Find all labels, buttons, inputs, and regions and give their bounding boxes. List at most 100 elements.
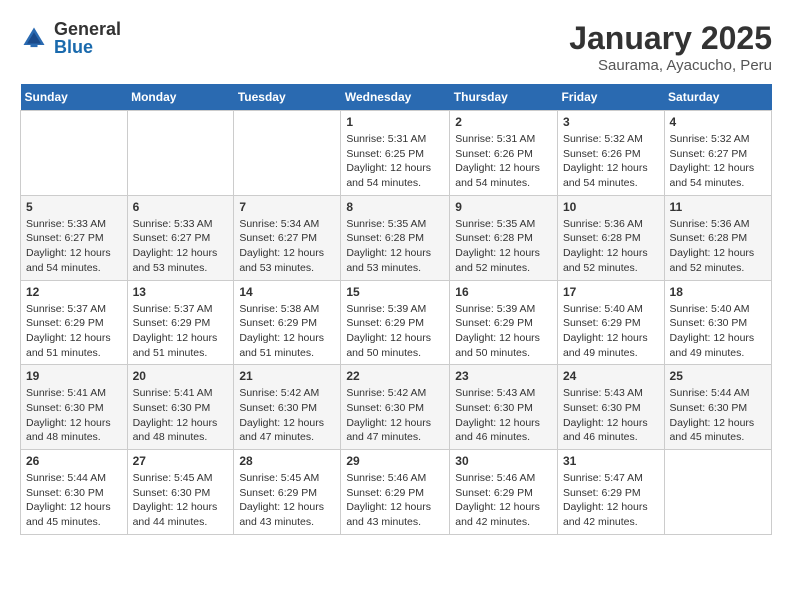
day-number: 22 xyxy=(346,369,444,383)
day-number: 8 xyxy=(346,200,444,214)
day-info: Sunrise: 5:33 AM Sunset: 6:27 PM Dayligh… xyxy=(133,217,229,276)
logo-icon xyxy=(20,24,48,52)
day-info: Sunrise: 5:46 AM Sunset: 6:29 PM Dayligh… xyxy=(346,471,444,530)
day-info: Sunrise: 5:31 AM Sunset: 6:25 PM Dayligh… xyxy=(346,132,444,191)
weekday-header-tuesday: Tuesday xyxy=(234,84,341,111)
calendar-cell: 26 Sunrise: 5:44 AM Sunset: 6:30 PM Dayli… xyxy=(21,450,128,535)
day-number: 7 xyxy=(239,200,335,214)
day-number: 17 xyxy=(563,285,659,299)
calendar-cell: 31 Sunrise: 5:47 AM Sunset: 6:29 PM Dayli… xyxy=(557,450,664,535)
calendar-cell: 4 Sunrise: 5:32 AM Sunset: 6:27 PM Daylig… xyxy=(664,111,771,196)
day-info: Sunrise: 5:47 AM Sunset: 6:29 PM Dayligh… xyxy=(563,471,659,530)
weekday-header-wednesday: Wednesday xyxy=(341,84,450,111)
day-info: Sunrise: 5:45 AM Sunset: 6:29 PM Dayligh… xyxy=(239,471,335,530)
day-number: 19 xyxy=(26,369,122,383)
day-number: 26 xyxy=(26,454,122,468)
calendar-cell: 23 Sunrise: 5:43 AM Sunset: 6:30 PM Dayli… xyxy=(450,365,558,450)
day-info: Sunrise: 5:34 AM Sunset: 6:27 PM Dayligh… xyxy=(239,217,335,276)
calendar-cell: 20Sunrise: 5:41 AM Sunset: 6:30 PM Dayli… xyxy=(127,365,234,450)
day-info: Sunrise: 5:39 AM Sunset: 6:29 PM Dayligh… xyxy=(455,302,552,361)
day-number: 6 xyxy=(133,200,229,214)
calendar-cell xyxy=(664,450,771,535)
day-info: Sunrise: 5:33 AM Sunset: 6:27 PM Dayligh… xyxy=(26,217,122,276)
calendar-cell: 13 Sunrise: 5:37 AM Sunset: 6:29 PM Dayli… xyxy=(127,280,234,365)
day-number: 10 xyxy=(563,200,659,214)
calendar-cell: 12 Sunrise: 5:37 AM Sunset: 6:29 PM Dayli… xyxy=(21,280,128,365)
calendar-cell: 24Sunrise: 5:43 AM Sunset: 6:30 PM Dayli… xyxy=(557,365,664,450)
day-info: Sunrise: 5:43 AM Sunset: 6:30 PM Dayligh… xyxy=(563,386,659,445)
logo-text: General Blue xyxy=(54,20,121,56)
day-info: Sunrise: 5:41 AM Sunset: 6:30 PM Dayligh… xyxy=(133,386,229,445)
calendar-cell: 15 Sunrise: 5:39 AM Sunset: 6:29 PM Dayli… xyxy=(341,280,450,365)
day-info: Sunrise: 5:40 AM Sunset: 6:29 PM Dayligh… xyxy=(563,302,659,361)
title-block: January 2025 Saurama, Ayacucho, Peru xyxy=(569,20,772,74)
day-info: Sunrise: 5:38 AM Sunset: 6:29 PM Dayligh… xyxy=(239,302,335,361)
day-number: 5 xyxy=(26,200,122,214)
week-row-5: 26 Sunrise: 5:44 AM Sunset: 6:30 PM Dayli… xyxy=(21,450,772,535)
day-info: Sunrise: 5:32 AM Sunset: 6:27 PM Dayligh… xyxy=(670,132,766,191)
weekday-header-friday: Friday xyxy=(557,84,664,111)
calendar-cell xyxy=(127,111,234,196)
calendar-cell: 1 Sunrise: 5:31 AM Sunset: 6:25 PM Daylig… xyxy=(341,111,450,196)
calendar-cell: 28Sunrise: 5:45 AM Sunset: 6:29 PM Dayli… xyxy=(234,450,341,535)
weekday-header-monday: Monday xyxy=(127,84,234,111)
weekday-header-saturday: Saturday xyxy=(664,84,771,111)
logo-general: General xyxy=(54,20,121,38)
day-info: Sunrise: 5:36 AM Sunset: 6:28 PM Dayligh… xyxy=(670,217,766,276)
day-number: 4 xyxy=(670,115,766,129)
calendar-body: 1 Sunrise: 5:31 AM Sunset: 6:25 PM Daylig… xyxy=(21,111,772,535)
day-number: 18 xyxy=(670,285,766,299)
calendar-cell: 8 Sunrise: 5:35 AM Sunset: 6:28 PM Daylig… xyxy=(341,195,450,280)
week-row-1: 1 Sunrise: 5:31 AM Sunset: 6:25 PM Daylig… xyxy=(21,111,772,196)
day-info: Sunrise: 5:37 AM Sunset: 6:29 PM Dayligh… xyxy=(133,302,229,361)
day-number: 12 xyxy=(26,285,122,299)
day-number: 30 xyxy=(455,454,552,468)
day-info: Sunrise: 5:35 AM Sunset: 6:28 PM Dayligh… xyxy=(455,217,552,276)
day-info: Sunrise: 5:42 AM Sunset: 6:30 PM Dayligh… xyxy=(346,386,444,445)
day-number: 29 xyxy=(346,454,444,468)
week-row-4: 19 Sunrise: 5:41 AM Sunset: 6:30 PM Dayli… xyxy=(21,365,772,450)
day-info: Sunrise: 5:44 AM Sunset: 6:30 PM Dayligh… xyxy=(26,471,122,530)
day-info: Sunrise: 5:39 AM Sunset: 6:29 PM Dayligh… xyxy=(346,302,444,361)
day-info: Sunrise: 5:41 AM Sunset: 6:30 PM Dayligh… xyxy=(26,386,122,445)
calendar-cell: 3 Sunrise: 5:32 AM Sunset: 6:26 PM Daylig… xyxy=(557,111,664,196)
day-number: 13 xyxy=(133,285,229,299)
calendar-cell: 10 Sunrise: 5:36 AM Sunset: 6:28 PM Dayli… xyxy=(557,195,664,280)
day-info: Sunrise: 5:43 AM Sunset: 6:30 PM Dayligh… xyxy=(455,386,552,445)
day-number: 3 xyxy=(563,115,659,129)
day-number: 23 xyxy=(455,369,552,383)
calendar-cell: 9 Sunrise: 5:35 AM Sunset: 6:28 PM Daylig… xyxy=(450,195,558,280)
day-number: 2 xyxy=(455,115,552,129)
calendar-cell: 7 Sunrise: 5:34 AM Sunset: 6:27 PM Daylig… xyxy=(234,195,341,280)
day-number: 15 xyxy=(346,285,444,299)
day-info: Sunrise: 5:37 AM Sunset: 6:29 PM Dayligh… xyxy=(26,302,122,361)
day-info: Sunrise: 5:45 AM Sunset: 6:30 PM Dayligh… xyxy=(133,471,229,530)
calendar-cell: 30 Sunrise: 5:46 AM Sunset: 6:29 PM Dayli… xyxy=(450,450,558,535)
day-info: Sunrise: 5:36 AM Sunset: 6:28 PM Dayligh… xyxy=(563,217,659,276)
day-number: 21 xyxy=(239,369,335,383)
day-number: 1 xyxy=(346,115,444,129)
calendar-cell: 2 Sunrise: 5:31 AM Sunset: 6:26 PM Daylig… xyxy=(450,111,558,196)
day-number: 31 xyxy=(563,454,659,468)
calendar-cell xyxy=(234,111,341,196)
calendar-cell: 14Sunrise: 5:38 AM Sunset: 6:29 PM Dayli… xyxy=(234,280,341,365)
day-info: Sunrise: 5:31 AM Sunset: 6:26 PM Dayligh… xyxy=(455,132,552,191)
day-info: Sunrise: 5:32 AM Sunset: 6:26 PM Dayligh… xyxy=(563,132,659,191)
month-title: January 2025 xyxy=(569,20,772,57)
calendar-cell xyxy=(21,111,128,196)
day-info: Sunrise: 5:35 AM Sunset: 6:28 PM Dayligh… xyxy=(346,217,444,276)
day-info: Sunrise: 5:44 AM Sunset: 6:30 PM Dayligh… xyxy=(670,386,766,445)
day-info: Sunrise: 5:40 AM Sunset: 6:30 PM Dayligh… xyxy=(670,302,766,361)
day-info: Sunrise: 5:46 AM Sunset: 6:29 PM Dayligh… xyxy=(455,471,552,530)
calendar-cell: 25 Sunrise: 5:44 AM Sunset: 6:30 PM Dayli… xyxy=(664,365,771,450)
day-number: 16 xyxy=(455,285,552,299)
calendar-table: SundayMondayTuesdayWednesdayThursdayFrid… xyxy=(20,84,772,535)
calendar-header: SundayMondayTuesdayWednesdayThursdayFrid… xyxy=(21,84,772,111)
calendar-cell: 16 Sunrise: 5:39 AM Sunset: 6:29 PM Dayli… xyxy=(450,280,558,365)
page-header: General Blue January 2025 Saurama, Ayacu… xyxy=(20,20,772,74)
calendar-cell: 17 Sunrise: 5:40 AM Sunset: 6:29 PM Dayli… xyxy=(557,280,664,365)
calendar-cell: 29 Sunrise: 5:46 AM Sunset: 6:29 PM Dayli… xyxy=(341,450,450,535)
day-number: 25 xyxy=(670,369,766,383)
week-row-2: 5 Sunrise: 5:33 AM Sunset: 6:27 PM Daylig… xyxy=(21,195,772,280)
day-number: 9 xyxy=(455,200,552,214)
